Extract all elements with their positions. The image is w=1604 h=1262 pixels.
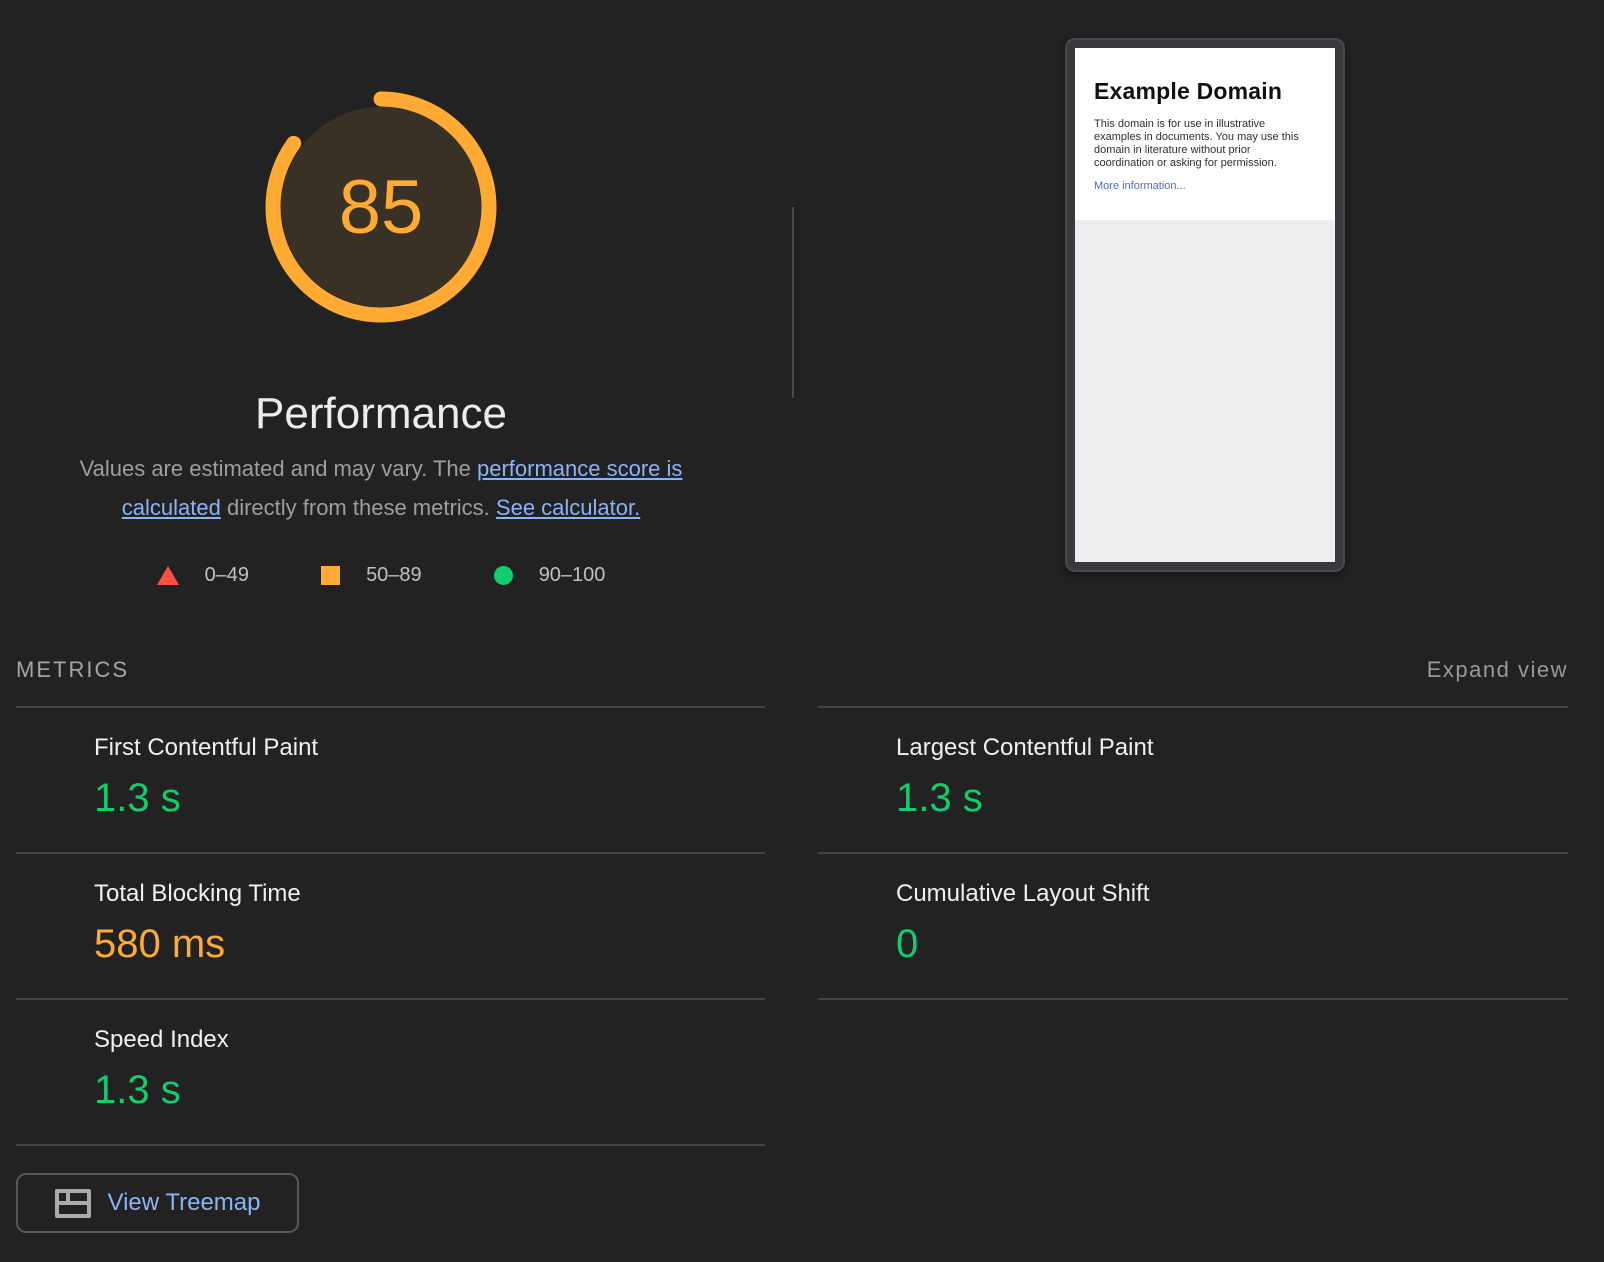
scale-item-poor: 0–49 [157, 564, 250, 587]
screenshot-content: Example Domain This domain is for use in… [1075, 48, 1335, 220]
metric-name: Cumulative Layout Shift [896, 878, 1568, 910]
score-scale-legend: 0–49 50–89 90–100 [0, 564, 762, 587]
metric-name: Largest Contentful Paint [896, 732, 1568, 764]
metric-largest-contentful-paint: Largest Contentful Paint 1.3 s [818, 706, 1568, 852]
screenshot-heading: Example Domain [1094, 78, 1315, 105]
metric-value: 1.3 s [896, 774, 1568, 822]
metric-value: 1.3 s [94, 774, 765, 822]
final-screenshot-thumbnail: Example Domain This domain is for use in… [1065, 38, 1345, 572]
metric-value: 580 ms [94, 920, 765, 968]
metric-value: 1.3 s [94, 1066, 765, 1114]
metric-cumulative-layout-shift: Cumulative Layout Shift 0 [818, 852, 1568, 998]
scale-range-label: 50–89 [366, 564, 422, 587]
screenshot-page: Example Domain This domain is for use in… [1075, 48, 1335, 562]
screenshot-body-background [1075, 220, 1335, 562]
average-square-icon [46, 886, 48, 904]
view-treemap-button[interactable]: View Treemap [16, 1173, 299, 1233]
gauge-score-value: 85 [256, 82, 506, 332]
lighthouse-performance-report: { "gauge": { "score": "85", "title": "Pe… [0, 0, 1604, 1262]
scale-item-average: 50–89 [321, 564, 422, 587]
metric-speed-index: Speed Index 1.3 s [16, 998, 765, 1144]
treemap-button-row: View Treemap [16, 1144, 765, 1233]
average-square-icon [321, 566, 340, 585]
metric-name: Total Blocking Time [94, 878, 765, 910]
good-circle-icon [494, 566, 513, 585]
metric-name: Speed Index [94, 1024, 765, 1056]
see-calculator-link[interactable]: See calculator. [496, 495, 640, 520]
treemap-icon [55, 1189, 91, 1218]
screenshot-more-info-link: More information... [1094, 180, 1186, 192]
scale-range-label: 0–49 [205, 564, 250, 587]
divider [818, 998, 1568, 1000]
expand-view-button[interactable]: Expand view [1427, 657, 1568, 683]
disclaimer-text: Values are estimated and may vary. The [80, 456, 477, 481]
screenshot-paragraph: This domain is for use in illustrative e… [1094, 118, 1312, 170]
performance-gauge: 85 [256, 82, 506, 332]
metrics-header: METRICS Expand view [16, 645, 1568, 695]
scale-item-good: 90–100 [494, 564, 606, 587]
metric-value: 0 [896, 920, 1568, 968]
metrics-column-left: First Contentful Paint 1.3 s Total Block… [16, 706, 765, 1233]
metrics-column-right: Largest Contentful Paint 1.3 s Cumulativ… [818, 706, 1568, 1000]
scale-range-label: 90–100 [539, 564, 606, 587]
metric-first-contentful-paint: First Contentful Paint 1.3 s [16, 706, 765, 852]
treemap-button-label: View Treemap [108, 1189, 261, 1217]
poor-triangle-icon [157, 566, 179, 585]
disclaimer-text: directly from these metrics. [221, 495, 496, 520]
metric-name: First Contentful Paint [94, 732, 765, 764]
metric-total-blocking-time: Total Blocking Time 580 ms [16, 852, 765, 998]
vertical-divider [792, 207, 794, 398]
score-disclaimer: Values are estimated and may vary. The p… [51, 449, 711, 527]
metrics-section-title: METRICS [16, 657, 129, 683]
category-title: Performance [0, 389, 762, 439]
